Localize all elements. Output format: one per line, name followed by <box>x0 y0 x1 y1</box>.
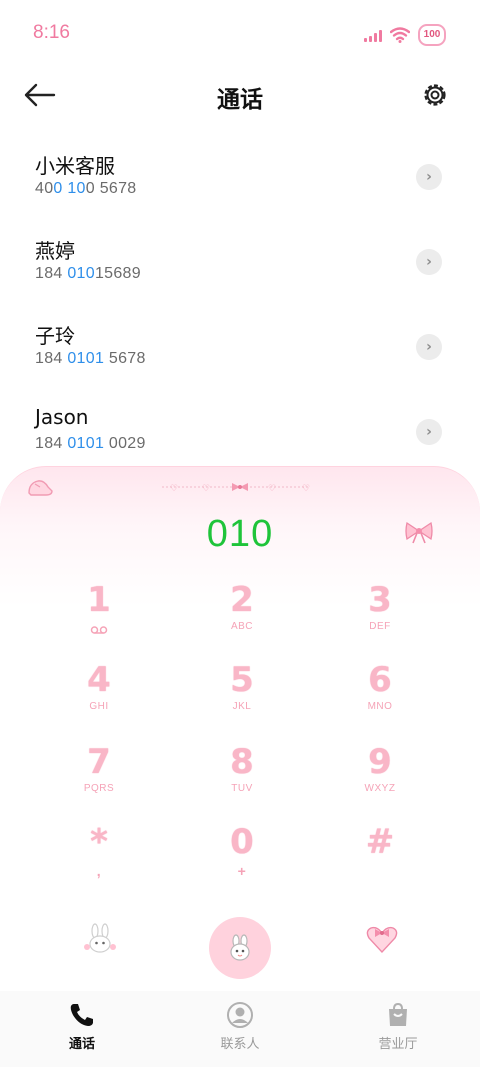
svg-text:♡: ♡ <box>268 484 276 494</box>
list-item[interactable]: 小米客服 400 100 5678 › <box>0 140 480 225</box>
call-button[interactable] <box>209 917 271 979</box>
dialer-actions <box>0 917 480 981</box>
wifi-icon <box>390 27 410 43</box>
key-digit: 8 <box>230 742 254 782</box>
chevron-right-icon[interactable]: › <box>416 164 442 190</box>
phone-icon <box>70 1004 93 1026</box>
key-letters: TUV <box>231 783 253 794</box>
call-icon <box>230 934 250 961</box>
key-6[interactable]: 6 MNO <box>320 660 440 730</box>
tab-contacts-label: 联系人 <box>220 1037 260 1052</box>
status-icons: 100 <box>364 24 446 46</box>
key-letters: WXYZ <box>364 783 396 794</box>
tab-shop[interactable]: 营业厅 <box>338 1001 458 1052</box>
key-letters: PQRS <box>83 783 115 794</box>
svg-text:♡: ♡ <box>202 484 210 494</box>
chevron-right-icon[interactable]: › <box>416 334 442 360</box>
key-hash[interactable]: # <box>320 822 440 892</box>
list-item[interactable]: 子玲 184 0101 5678 › <box>0 310 480 395</box>
tab-calls-label: 通话 <box>68 1037 95 1052</box>
key-digit: 4 <box>87 660 111 700</box>
status-time: 8:16 <box>33 22 70 43</box>
key-letters: + <box>237 863 247 879</box>
key-digit: 9 <box>368 742 392 782</box>
key-digit: * <box>90 822 108 862</box>
key-digit: 6 <box>368 660 392 700</box>
shop-bag-icon <box>389 1002 407 1026</box>
list-item[interactable]: 燕婷 184 01015689 › <box>0 225 480 310</box>
gear-icon[interactable] <box>420 80 450 110</box>
key-letters: GHI <box>89 701 109 712</box>
chevron-right-icon[interactable]: › <box>416 419 442 445</box>
key-8[interactable]: 8 TUV <box>182 742 302 812</box>
key-2[interactable]: 2 ABC <box>182 580 302 650</box>
key-letters: ABC <box>230 621 254 632</box>
status-bar: 8:16 100 <box>0 0 480 68</box>
key-5[interactable]: 5 JKL <box>182 660 302 730</box>
tab-shop-label: 营业厅 <box>378 1037 418 1052</box>
shoe-icon <box>28 480 53 496</box>
voicemail-icon <box>90 626 108 634</box>
contact-number: 184 01015689 <box>35 265 141 282</box>
tab-contacts[interactable]: 联系人 <box>180 1001 300 1052</box>
signal-icon <box>364 28 382 42</box>
ribbon-decoration-icon: ♡ ♡ ♡ ♡ <box>162 483 310 494</box>
contact-number: 400 100 5678 <box>35 180 137 197</box>
header: 通话 <box>0 68 480 124</box>
bottom-nav: 通话 联系人 营业厅 <box>0 991 480 1067</box>
chevron-right-icon[interactable]: › <box>416 249 442 275</box>
page-title: 通话 <box>217 87 263 113</box>
key-9[interactable]: 9 WXYZ <box>320 742 440 812</box>
key-letters: , <box>96 863 102 879</box>
contact-number: 184 0101 0029 <box>35 435 146 452</box>
contact-icon <box>227 1002 253 1028</box>
key-digit: 2 <box>230 580 254 620</box>
key-digit: 1 <box>87 580 111 620</box>
key-3[interactable]: 3 DEF <box>320 580 440 650</box>
key-digit: 7 <box>87 742 111 782</box>
contact-name: 小米客服 <box>35 154 115 178</box>
key-1[interactable]: 1 <box>39 580 159 650</box>
key-digit: # <box>365 822 395 862</box>
contact-name: Jason <box>35 405 89 429</box>
dialer-panel: ♡ ♡ ♡ ♡ 010 1 2 ABC 3 DEF 4 GHI 5 JKL 6 … <box>0 466 480 992</box>
key-digit: 0 <box>230 822 254 862</box>
key-letters: DEF <box>369 621 391 632</box>
contact-number: 184 0101 5678 <box>35 350 146 367</box>
key-0[interactable]: 0 + <box>182 822 302 892</box>
key-star[interactable]: * , <box>39 822 159 892</box>
key-4[interactable]: 4 GHI <box>39 660 159 730</box>
key-letters: MNO <box>367 701 393 712</box>
contact-name: 燕婷 <box>35 239 75 263</box>
battery-icon: 100 <box>418 24 446 46</box>
heart-bow-icon[interactable] <box>364 923 400 955</box>
contact-list: 小米客服 400 100 5678 › 燕婷 184 01015689 › 子玲… <box>0 140 480 480</box>
key-7[interactable]: 7 PQRS <box>39 742 159 812</box>
key-letters: JKL <box>232 701 252 712</box>
tab-calls[interactable]: 通话 <box>22 1001 142 1052</box>
svg-text:♡: ♡ <box>170 484 178 494</box>
bow-icon[interactable] <box>404 519 434 545</box>
key-digit: 5 <box>230 660 254 700</box>
svg-text:♡: ♡ <box>302 484 310 494</box>
key-digit: 3 <box>368 580 392 620</box>
contact-name: 子玲 <box>35 324 75 348</box>
bunny-icon[interactable] <box>82 923 118 955</box>
